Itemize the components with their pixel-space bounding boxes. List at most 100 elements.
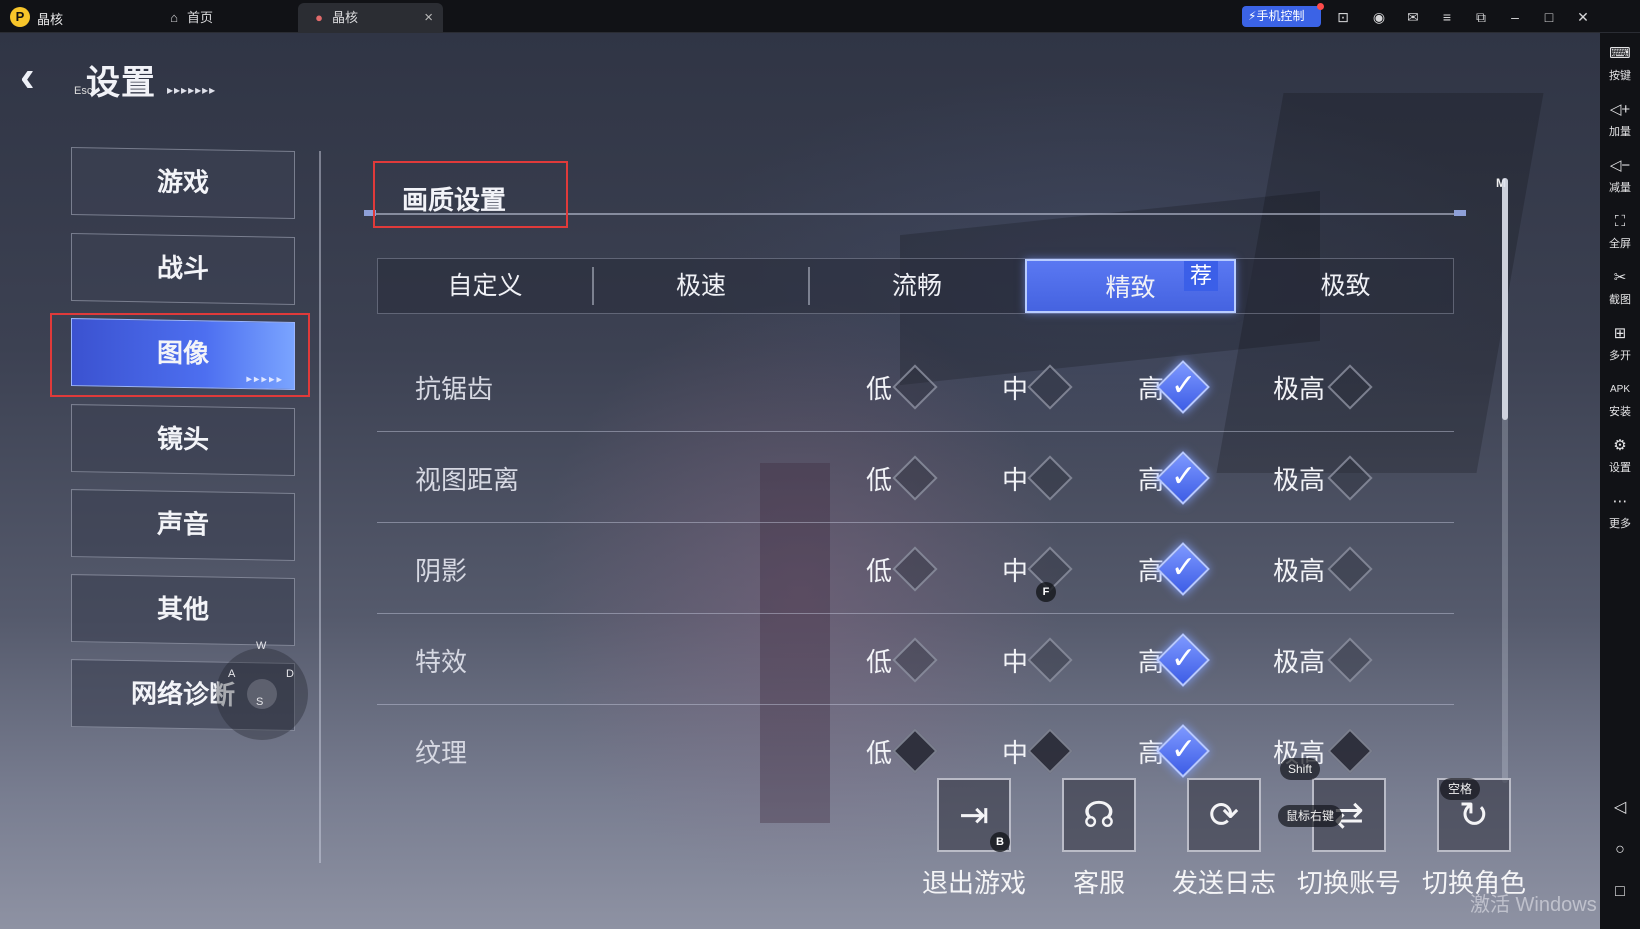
highlight-box-section xyxy=(373,161,568,228)
option-radio[interactable] xyxy=(1027,364,1073,410)
preset-ultimate[interactable]: 极致 xyxy=(1238,259,1453,313)
android-recents-icon[interactable]: □ xyxy=(1608,880,1632,904)
exit-game-label: 退出游戏 xyxy=(921,868,1026,898)
sidebar-label: 加量 xyxy=(1609,126,1631,138)
option-radio[interactable] xyxy=(1027,455,1073,501)
sidebar-item-install[interactable]: APK 安装 xyxy=(1600,379,1640,419)
notification-dot xyxy=(1317,3,1324,10)
option-label: 极高 xyxy=(1273,374,1326,404)
apk-icon: APK xyxy=(1609,384,1630,395)
menu-item-camera[interactable]: 镜头 xyxy=(71,404,295,476)
sidebar-item-more[interactable]: ⋯ 更多 xyxy=(1600,491,1640,531)
option-radio[interactable] xyxy=(1327,728,1373,774)
space-key-badge: 空格 xyxy=(1440,778,1481,800)
sidebar-label: 多开 xyxy=(1609,350,1631,362)
setting-row-label: 抗锯齿 xyxy=(415,374,494,404)
preset-smooth[interactable]: 流畅 xyxy=(810,259,1024,313)
option-label: 中 xyxy=(1002,647,1029,677)
option-label: 中 xyxy=(1002,738,1029,768)
option-label: 低 xyxy=(866,556,893,586)
menu-item-sound[interactable]: 声音 xyxy=(71,489,295,561)
emulator-side-toolbar: ⌨ 按键 ◁+ 加量 ◁− 减量 ⛶ 全屏 ✂ 截图 ⊞ 多开 APK 安装 ⚙… xyxy=(1600,33,1640,929)
preset-refined[interactable]: 精致 荐 xyxy=(1025,259,1236,313)
option-radio[interactable] xyxy=(892,455,938,501)
option-radio[interactable] xyxy=(892,637,938,683)
option-label: 低 xyxy=(866,647,893,677)
close-window-icon[interactable]: ✕ xyxy=(1572,6,1594,28)
customer-service-button[interactable]: ☊ xyxy=(1062,778,1136,852)
highlight-box-menu xyxy=(50,313,310,397)
preset-fastest[interactable]: 极速 xyxy=(594,259,808,313)
scissors-icon: ✂ xyxy=(1613,269,1627,286)
sidebar-label: 设置 xyxy=(1609,462,1631,474)
quality-preset-bar: 自定义 极速 流畅 精致 荐 极致 xyxy=(377,258,1454,314)
option-label: 极高 xyxy=(1273,465,1326,495)
option-radio[interactable] xyxy=(1027,728,1073,774)
option-radio[interactable] xyxy=(892,728,938,774)
volume-down-icon: ◁− xyxy=(1609,157,1631,174)
sidebar-item-multi-instance[interactable]: ⊞ 多开 xyxy=(1600,323,1640,363)
tab-home-label: 首页 xyxy=(187,10,214,25)
maximize-icon[interactable]: □ xyxy=(1538,6,1560,28)
shift-key-badge: Shift xyxy=(1280,758,1321,780)
checkmark-icon: ✓ xyxy=(1171,642,1197,675)
option-radio[interactable] xyxy=(1027,637,1073,683)
page-title: 设置 xyxy=(86,63,156,103)
android-home-icon[interactable]: ○ xyxy=(1608,838,1632,862)
phone-control-button[interactable]: ⚡手机控制 xyxy=(1242,3,1324,27)
sidebar-item-fullscreen[interactable]: ⛶ 全屏 xyxy=(1600,211,1640,251)
emulator-title-bar: P 晶核 ⌂ 首页 ● 晶核 × ⚡手机控制 ⊡ ◉ ✉ ≡ ⧉ – □ ✕ xyxy=(0,0,1640,33)
menu-item-combat[interactable]: 战斗 xyxy=(71,233,295,305)
tab-game-label: 晶核 xyxy=(332,10,359,25)
gear-icon: ⚙ xyxy=(1613,437,1627,454)
tab-home[interactable]: ⌂ 首页 xyxy=(155,3,295,33)
title-arrows-decoration: ▸▸▸▸▸▸▸ xyxy=(167,83,217,97)
option-radio[interactable] xyxy=(1327,637,1373,683)
send-log-label: 发送日志 xyxy=(1171,868,1276,898)
sidebar-item-keys[interactable]: ⌨ 按键 xyxy=(1600,43,1640,83)
send-log-button[interactable]: ⟳ xyxy=(1187,778,1261,852)
setting-row-label: 阴影 xyxy=(415,556,468,586)
setting-row-divider xyxy=(377,522,1454,523)
user-icon[interactable]: ◉ xyxy=(1368,6,1390,28)
preset-custom[interactable]: 自定义 xyxy=(378,259,592,313)
minimize-icon[interactable]: – xyxy=(1504,6,1526,28)
gamepad-icon[interactable]: ⊡ xyxy=(1332,6,1354,28)
menu-divider xyxy=(319,151,321,863)
settings-scrollbar-thumb[interactable] xyxy=(1502,178,1508,420)
tab-game[interactable]: ● 晶核 × xyxy=(298,3,443,33)
close-tab-icon[interactable]: × xyxy=(424,3,433,33)
menu-item-game[interactable]: 游戏 xyxy=(71,147,295,219)
more-icon: ⋯ xyxy=(1612,493,1628,510)
back-button[interactable]: ‹ xyxy=(20,55,64,101)
windows-activation-watermark: 激活 Windows xyxy=(1470,894,1597,916)
restore-small-icon[interactable]: ⧉ xyxy=(1470,6,1492,28)
sidebar-item-volume-down[interactable]: ◁− 减量 xyxy=(1600,155,1640,195)
sidebar-label: 按键 xyxy=(1609,70,1631,82)
option-label: 低 xyxy=(866,738,893,768)
headset-icon: ☊ xyxy=(1083,794,1115,835)
setting-row-divider xyxy=(377,613,1454,614)
sidebar-item-volume-up[interactable]: ◁+ 加量 xyxy=(1600,99,1640,139)
section-line-cap-right xyxy=(1454,210,1466,216)
menu-icon[interactable]: ≡ xyxy=(1436,6,1458,28)
sidebar-item-settings[interactable]: ⚙ 设置 xyxy=(1600,435,1640,475)
option-radio[interactable] xyxy=(1327,546,1373,592)
setting-row-label: 纹理 xyxy=(415,738,468,768)
mail-icon[interactable]: ✉ xyxy=(1402,6,1424,28)
joystick-overlay[interactable]: W A S D xyxy=(216,640,308,740)
android-back-icon[interactable]: ◁ xyxy=(1608,796,1632,820)
app-logo-icon: P xyxy=(10,7,30,27)
switch-character-icon: ↻ xyxy=(1458,794,1490,835)
background-character xyxy=(760,463,830,823)
option-label: 极高 xyxy=(1273,647,1326,677)
option-radio[interactable] xyxy=(892,546,938,592)
checkmark-icon: ✓ xyxy=(1171,733,1197,766)
option-label: 极高 xyxy=(1273,556,1326,586)
checkmark-icon: ✓ xyxy=(1171,369,1197,402)
sidebar-label: 减量 xyxy=(1609,182,1631,194)
menu-item-other[interactable]: 其他 xyxy=(71,574,295,646)
sidebar-item-screenshot[interactable]: ✂ 截图 xyxy=(1600,267,1640,307)
option-label: 中 xyxy=(1002,374,1029,404)
switch-account-label: 切换账号 xyxy=(1296,868,1401,898)
